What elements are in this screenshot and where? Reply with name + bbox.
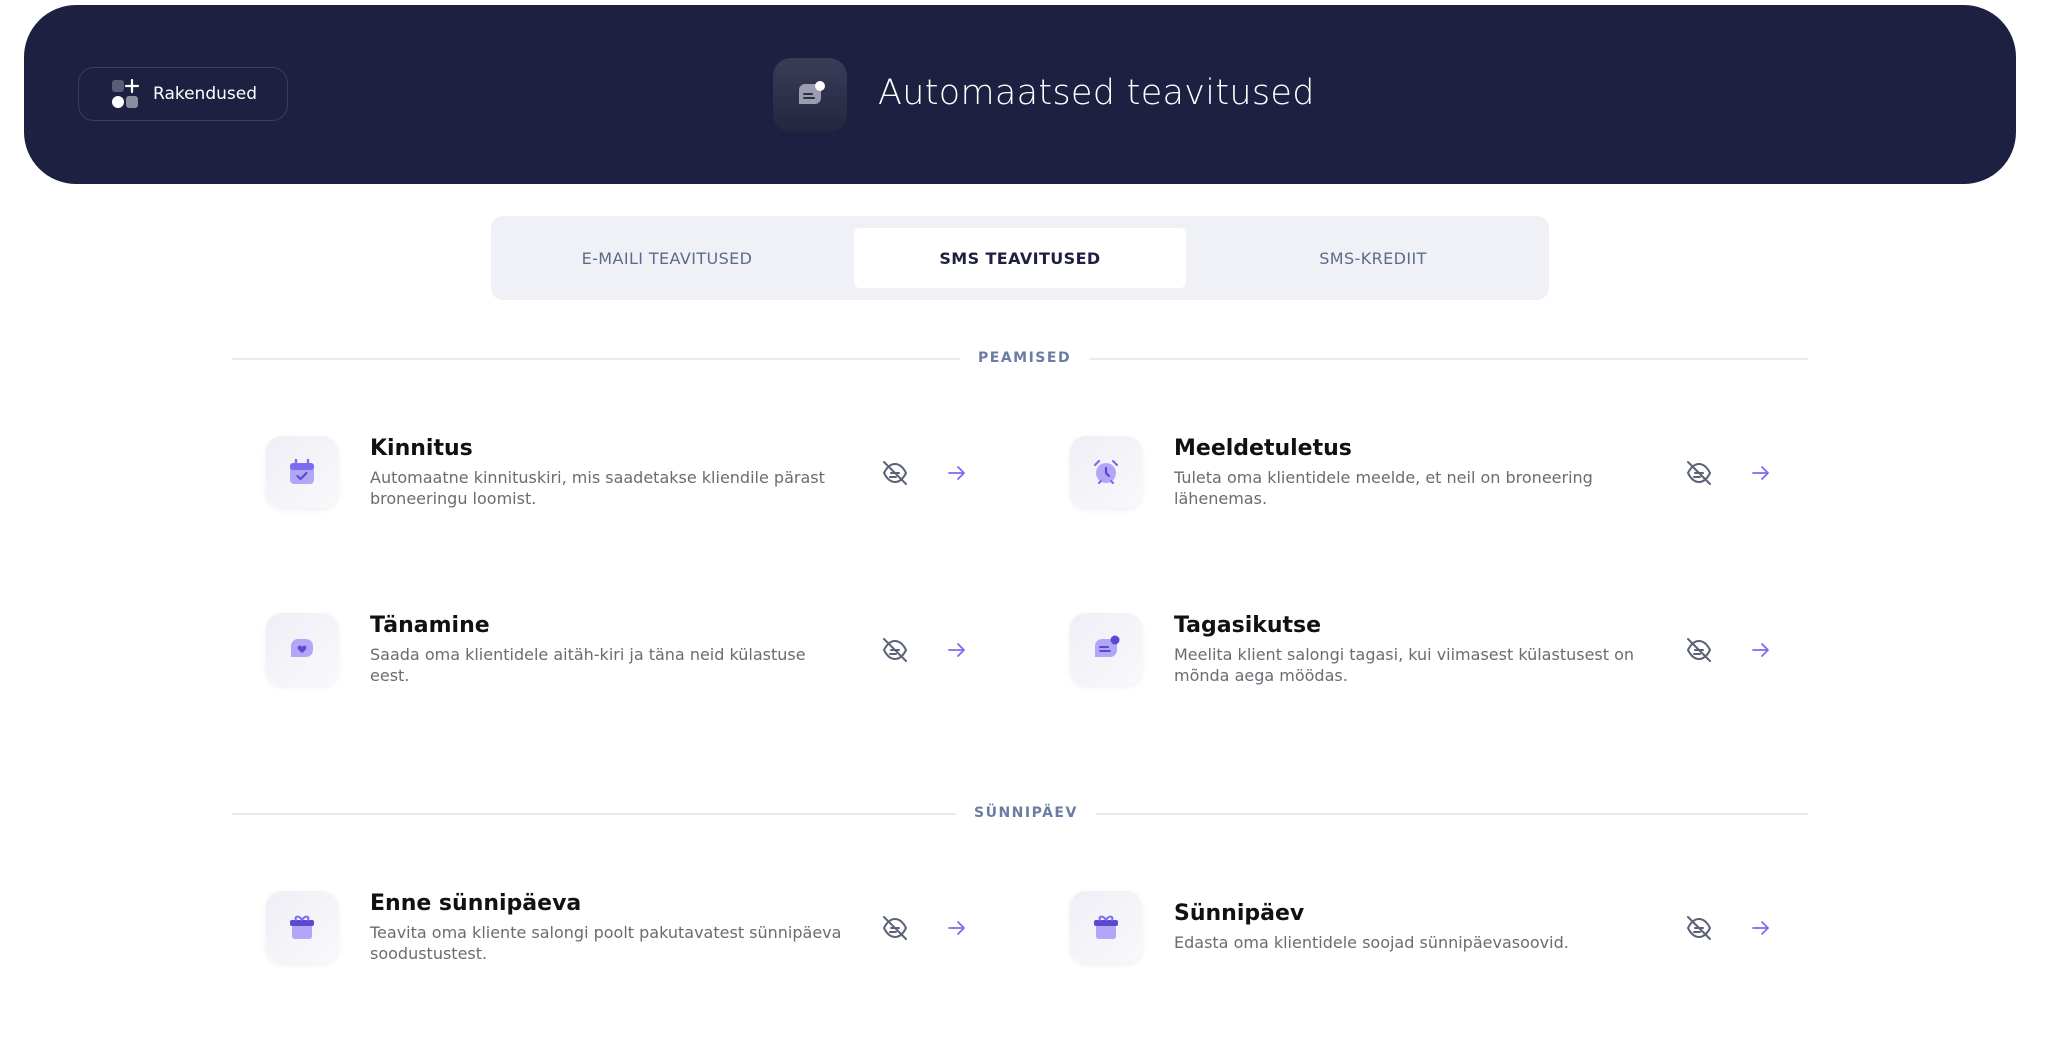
card-title: Enne sünnipäeva	[370, 891, 582, 916]
arrow-right-icon[interactable]	[946, 462, 968, 484]
gift-icon	[266, 891, 338, 963]
eye-off-icon[interactable]	[878, 633, 912, 667]
notification-type-tabs: E-MAILI TEAVITUSED SMS TEAVITUSED SMS-KR…	[491, 216, 1549, 300]
heart-message-icon	[266, 613, 338, 685]
card-title: Tagasikutse	[1174, 613, 1322, 638]
card-title: Sünnipäev	[1174, 901, 1305, 926]
eye-off-icon[interactable]	[1682, 911, 1716, 945]
eye-off-icon[interactable]	[1682, 456, 1716, 490]
gift-icon	[1070, 891, 1142, 963]
card-description: Teavita oma kliente salongi poolt pakuta…	[370, 923, 842, 963]
page-title: Automaatsed teavitused	[878, 73, 1315, 113]
calendar-check-icon	[266, 436, 338, 508]
alarm-clock-icon	[1070, 436, 1142, 508]
card-description: Edasta oma klientidele soojad sünnipäeva…	[1174, 933, 1569, 952]
card-description: Automaatne kinnituskiri, mis saadetakse …	[370, 468, 825, 508]
eye-off-icon[interactable]	[878, 911, 912, 945]
apps-grid-plus-icon	[111, 78, 141, 109]
section-label-birthday: SÜNNIPÄEV	[956, 805, 1096, 821]
eye-off-icon[interactable]	[878, 456, 912, 490]
card-birthday[interactable]: Sünnipäev Edasta oma klientidele soojad …	[1070, 891, 1810, 1021]
tab-sms-credit[interactable]: SMS-KREDIIT	[1197, 228, 1549, 288]
apps-button-label: Rakendused	[153, 84, 258, 104]
card-description: Saada oma klientidele aitäh-kiri ja täna…	[370, 645, 806, 685]
card-title: Meeldetuletus	[1174, 436, 1352, 461]
card-description: Meelita klient salongi tagasi, kui viima…	[1174, 645, 1635, 685]
card-recall[interactable]: Tagasikutse Meelita klient salongi tagas…	[1070, 613, 1810, 743]
arrow-right-icon[interactable]	[1750, 462, 1772, 484]
card-thanks[interactable]: Tänamine Saada oma klientidele aitäh-kir…	[266, 613, 1006, 743]
tab-sms-notifications[interactable]: SMS TEAVITUSED	[854, 228, 1186, 288]
card-description: Tuleta oma klientidele meelde, et neil o…	[1174, 468, 1593, 508]
apps-button[interactable]: Rakendused	[78, 67, 288, 121]
card-confirmation[interactable]: Kinnitus Automaatne kinnituskiri, mis sa…	[266, 436, 1006, 566]
card-title: Kinnitus	[370, 436, 473, 461]
eye-off-icon[interactable]	[1682, 633, 1716, 667]
arrow-right-icon[interactable]	[1750, 639, 1772, 661]
section-label-main: PEAMISED	[960, 350, 1090, 366]
message-notification-icon	[1070, 613, 1142, 685]
card-reminder[interactable]: Meeldetuletus Tuleta oma klientidele mee…	[1070, 436, 1810, 566]
card-title: Tänamine	[370, 613, 490, 638]
tab-email-notifications[interactable]: E-MAILI TEAVITUSED	[491, 228, 843, 288]
card-before-birthday[interactable]: Enne sünnipäeva Teavita oma kliente salo…	[266, 891, 1006, 1021]
app-header: Rakendused Automaatsed teavitused	[24, 5, 2016, 184]
arrow-right-icon[interactable]	[946, 639, 968, 661]
arrow-right-icon[interactable]	[946, 917, 968, 939]
chat-notification-icon	[773, 58, 847, 132]
arrow-right-icon[interactable]	[1750, 917, 1772, 939]
